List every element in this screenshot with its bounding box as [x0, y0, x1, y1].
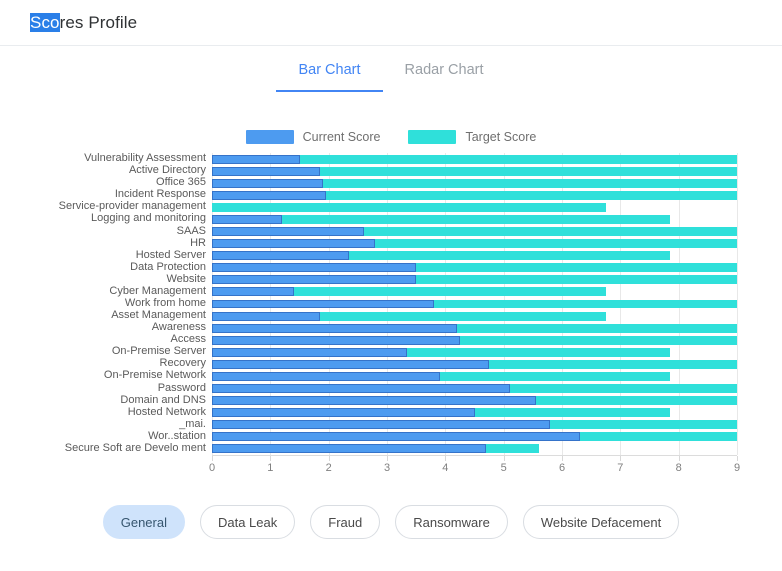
bar-current-score[interactable] — [212, 190, 326, 200]
x-axis-tick — [270, 456, 272, 461]
y-axis-label: Cyber Management — [109, 284, 206, 297]
y-axis-label: Office 365 — [156, 176, 206, 189]
filter-pill-data-leak[interactable]: Data Leak — [199, 505, 296, 539]
y-axis-label: Active Directory — [128, 164, 206, 177]
bar-current-score[interactable] — [212, 359, 490, 369]
tab-bar-chart[interactable]: Bar Chart — [276, 62, 383, 92]
y-axis-label: On-Premise Network — [103, 369, 206, 382]
bar-current-score[interactable] — [212, 335, 460, 345]
filter-pill-website-defacement[interactable]: Website Defacement — [522, 505, 680, 539]
bar-current-score[interactable] — [212, 263, 417, 273]
tab-radar-chart[interactable]: Radar Chart — [383, 62, 506, 92]
x-axis-tick — [328, 456, 330, 461]
bar-current-score[interactable] — [212, 154, 300, 164]
bar-current-score[interactable] — [212, 420, 551, 430]
bar-current-score[interactable] — [212, 347, 408, 357]
x-axis-tick-label: 2 — [325, 462, 332, 474]
bar-chart: Vulnerability Assessment Active Directory… — [0, 150, 782, 474]
filter-pill-fraud[interactable]: Fraud — [310, 505, 381, 539]
x-axis-tick — [503, 456, 505, 461]
y-axis-label: Service-provider management — [58, 200, 206, 213]
y-axis-label: Access — [170, 333, 206, 346]
y-axis-label: Domain and DNS — [120, 393, 206, 406]
bar-target-score[interactable] — [212, 202, 606, 212]
y-axis-label: SAAS — [176, 224, 206, 237]
y-axis-label: Asset Management — [111, 309, 206, 322]
legend-swatch-target-score — [408, 130, 457, 144]
bar-current-score[interactable] — [212, 251, 350, 261]
page-title-rest-text: res Profile — [59, 13, 138, 32]
bar-current-score[interactable] — [212, 287, 294, 297]
filter-pill-ransomware[interactable]: Ransomware — [395, 505, 508, 539]
legend-swatch-current-score — [245, 130, 294, 144]
y-axis-label: Secure Soft are Develo ment — [64, 441, 206, 454]
x-axis-tick-label: 6 — [558, 462, 566, 474]
bar-current-score[interactable] — [212, 372, 440, 381]
bar-current-score[interactable] — [212, 275, 417, 285]
y-axis-label: Hosted Network — [127, 405, 206, 418]
x-axis-tick-label: 8 — [675, 462, 682, 474]
chart-plot-area — [212, 153, 738, 455]
bar-current-score[interactable] — [212, 178, 323, 188]
x-axis-tick — [212, 456, 213, 461]
chart-x-axis: 0 1 2 3 4 5 6 7 8 9 — [208, 455, 741, 477]
bar-current-score[interactable] — [212, 214, 282, 224]
y-axis-label: Vulnerability Assessment — [84, 152, 206, 165]
y-axis-label: Password — [157, 381, 206, 394]
bar-current-score[interactable] — [212, 299, 434, 309]
y-axis-label: Hosted Server — [135, 248, 206, 261]
bar-current-score[interactable] — [212, 239, 376, 249]
x-axis-tick — [445, 456, 447, 461]
x-axis-tick-label: 3 — [383, 462, 391, 474]
x-axis-tick-label: 5 — [500, 462, 507, 474]
bar-current-score[interactable] — [212, 166, 320, 176]
legend-label-current-score: Current Score — [302, 130, 381, 144]
legend-item-target-score[interactable]: Target Score — [408, 130, 536, 144]
y-axis-label: Work from home — [124, 297, 206, 309]
bar-current-score[interactable] — [212, 227, 364, 236]
category-filter-pills: General Data Leak Fraud Ransomware Websi… — [0, 505, 782, 539]
y-axis-label: Wor..station — [148, 429, 206, 442]
x-axis-tick — [620, 456, 622, 461]
y-axis-label: Incident Response — [114, 188, 206, 201]
x-axis-tick-label: 0 — [208, 462, 216, 474]
filter-pill-general[interactable]: General — [102, 505, 185, 539]
page-header: Scores Profile — [0, 0, 782, 46]
bar-current-score[interactable] — [212, 396, 536, 406]
y-axis-label: Recovery — [159, 357, 206, 370]
y-axis-label: HR — [190, 236, 206, 249]
bar-current-score[interactable] — [212, 311, 320, 321]
page-title: Scores Profile — [30, 13, 137, 33]
bar-current-score[interactable] — [212, 444, 487, 454]
bar-current-score[interactable] — [212, 432, 580, 442]
x-axis-tick-label: 4 — [442, 462, 449, 474]
x-axis-tick-label: 1 — [267, 462, 274, 474]
x-axis-tick-label: 9 — [733, 462, 741, 474]
chart-type-tabs: Bar Chart Radar Chart — [0, 62, 782, 92]
x-axis-tick — [562, 456, 563, 461]
x-axis-tick — [387, 456, 388, 461]
scores-profile-page: Scores Profile Bar Chart Radar Chart Cur… — [0, 0, 782, 571]
bar-current-score[interactable] — [212, 384, 510, 394]
chart-legend: Current Score Target Score — [0, 130, 782, 144]
x-axis-tick — [678, 456, 680, 461]
y-axis-label: Logging and monitoring — [91, 212, 206, 225]
y-axis-label: Awareness — [151, 321, 206, 334]
y-axis-label: _mai. — [179, 417, 206, 430]
page-title-selected-text: Sco — [30, 13, 60, 32]
bar-current-score[interactable] — [212, 323, 457, 333]
legend-item-current-score[interactable]: Current Score — [245, 130, 381, 144]
y-axis-label: Data Protection — [130, 260, 206, 273]
y-axis-label: On-Premise Server — [111, 345, 206, 358]
chart-gridline — [737, 153, 738, 455]
x-axis-tick — [737, 456, 738, 461]
y-axis-label: Website — [166, 272, 206, 285]
x-axis-tick-label: 7 — [617, 462, 624, 474]
chart-y-axis-labels: Vulnerability Assessment Active Directory… — [0, 153, 206, 455]
legend-label-target-score: Target Score — [465, 130, 537, 144]
bar-current-score[interactable] — [212, 408, 475, 418]
